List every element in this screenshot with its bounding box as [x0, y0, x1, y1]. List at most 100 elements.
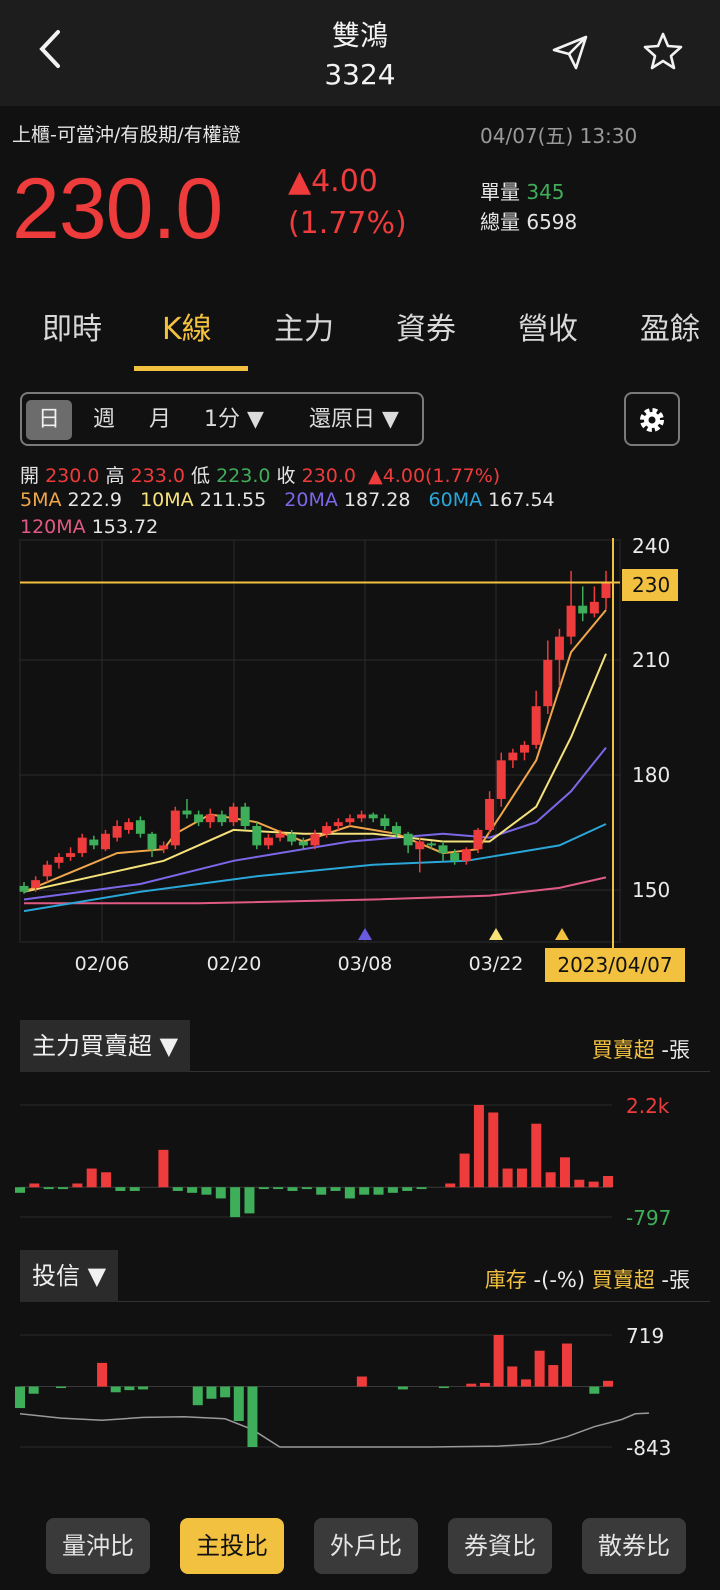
tab-margin[interactable]: 資券	[396, 304, 456, 348]
y-tick: 180	[632, 763, 670, 787]
price-change-pct: (1.77%)	[288, 206, 407, 241]
candle-body	[147, 833, 157, 850]
star-icon[interactable]	[642, 30, 684, 72]
period-minute-select[interactable]: 1分 ▼	[194, 400, 274, 440]
main-force-selector[interactable]: 主力買賣超 ▼	[20, 1020, 191, 1072]
tab-realtime[interactable]: 即時	[42, 304, 102, 348]
chart-frame	[19, 539, 621, 943]
legend-net: 買賣超	[591, 1038, 655, 1062]
candle-body	[159, 845, 169, 850]
net-bar	[459, 1153, 470, 1188]
tab-earnings[interactable]: 盈餘	[640, 304, 700, 348]
net-bar	[72, 1183, 83, 1188]
net-bar	[158, 1149, 169, 1188]
net-bar	[273, 1187, 284, 1190]
trust-selector[interactable]: 投信 ▼	[20, 1250, 119, 1302]
net-bar	[445, 1183, 456, 1188]
main-force-title: 主力買賣超	[32, 1032, 152, 1060]
chevron-down-icon: ▼	[87, 1262, 107, 1290]
candle-body	[322, 826, 332, 834]
net-bar	[192, 1386, 203, 1406]
y-tick: 719	[626, 1324, 664, 1348]
candle-body	[496, 760, 506, 799]
net-bar	[138, 1386, 149, 1390]
trust-chart[interactable]: 719 -843	[0, 1310, 720, 1480]
net-bar	[86, 1168, 97, 1188]
candle-body	[520, 744, 530, 753]
net-bar	[416, 1187, 427, 1190]
x-tick: 03/08	[338, 953, 393, 975]
adjust-select[interactable]: 還原日 ▼	[294, 400, 414, 440]
net-bar	[244, 1187, 255, 1214]
candle-body	[461, 849, 471, 861]
net-bar	[247, 1386, 258, 1447]
net-bar	[387, 1187, 398, 1193]
short-margin-ratio-button[interactable]: 券資比	[448, 1518, 552, 1574]
candle-body	[543, 659, 553, 707]
candle-body	[333, 822, 343, 827]
x-tick: 02/06	[75, 953, 130, 975]
ohlc-change: ▲4.00(1.77%)	[368, 465, 501, 487]
ma20-line	[23, 746, 607, 901]
net-bar	[502, 1168, 513, 1188]
net-bar	[402, 1187, 413, 1191]
candle-body	[194, 814, 204, 823]
period-month[interactable]: 月	[140, 400, 180, 440]
total-volume-label: 總量	[480, 210, 520, 234]
chevron-down-icon: ▼	[247, 407, 264, 432]
x-tick: 03/22	[469, 953, 524, 975]
unit-volume: 單量 345	[480, 176, 565, 205]
tab-main-force[interactable]: 主力	[274, 304, 334, 348]
net-bar	[588, 1181, 599, 1188]
retail-short-ratio-button[interactable]: 散券比	[582, 1518, 686, 1574]
candle-body	[263, 837, 273, 846]
ma120-value: 153.72	[91, 516, 159, 538]
candle-body	[112, 826, 122, 838]
candle-body	[298, 841, 308, 846]
close-value: 230.0	[301, 465, 357, 487]
candle-body	[531, 706, 541, 745]
main-trust-ratio-button[interactable]: 主投比	[180, 1518, 284, 1574]
candle-body	[287, 833, 297, 842]
period-day[interactable]: 日	[26, 400, 72, 440]
inventory-label: 庫存	[484, 1268, 527, 1292]
tab-kline[interactable]: K線	[162, 304, 212, 348]
tab-revenue[interactable]: 營收	[518, 304, 578, 348]
net-bar	[359, 1187, 370, 1195]
candle-body	[42, 864, 52, 877]
main-force-legend: 買賣超 -張	[592, 1034, 690, 1064]
period-selector: 日 週 月 1分 ▼ 還原日 ▼	[20, 392, 424, 446]
ma-line-1: 5MA 222.9 10MA 211.55 20MA 187.28 60MA 1…	[20, 489, 555, 511]
candle-body	[450, 853, 460, 861]
candle-body	[89, 839, 99, 846]
share-icon[interactable]	[550, 32, 590, 72]
net-bar	[206, 1386, 217, 1399]
net-bar	[534, 1350, 545, 1387]
divider	[20, 1301, 710, 1302]
y-tick: -797	[626, 1206, 671, 1230]
last-price: 230.0	[12, 161, 223, 257]
period-week[interactable]: 週	[84, 400, 124, 440]
tab-bar: 即時 K線 主力 資券 營收 盈餘	[0, 300, 720, 372]
main-force-chart[interactable]: 2.2k -797	[0, 1080, 720, 1240]
settings-button[interactable]	[624, 392, 680, 446]
net-bar	[287, 1187, 298, 1191]
net-bar	[115, 1187, 126, 1191]
stock-code: 3324	[324, 58, 396, 91]
net-bar	[473, 1105, 484, 1188]
net-bar	[97, 1362, 108, 1387]
y-tick: 2.2k	[626, 1094, 670, 1118]
ma10-label: 10MA	[140, 489, 194, 511]
volume-daytrade-ratio-button[interactable]: 量沖比	[46, 1518, 150, 1574]
candlestick-chart[interactable]: 240 210 180 150 230 02/06 02/20 03/08 03…	[0, 538, 720, 998]
candle-body	[357, 814, 367, 819]
net-bar	[603, 1380, 613, 1387]
y-tick: -843	[626, 1436, 671, 1460]
candle-body	[66, 853, 76, 857]
ma5-label: 5MA	[20, 489, 62, 511]
high-label: 高	[105, 465, 125, 487]
signal-marker	[555, 928, 569, 940]
net-bar	[129, 1187, 140, 1191]
candle-body	[554, 636, 564, 660]
foreign-holder-ratio-button[interactable]: 外戶比	[314, 1518, 418, 1574]
